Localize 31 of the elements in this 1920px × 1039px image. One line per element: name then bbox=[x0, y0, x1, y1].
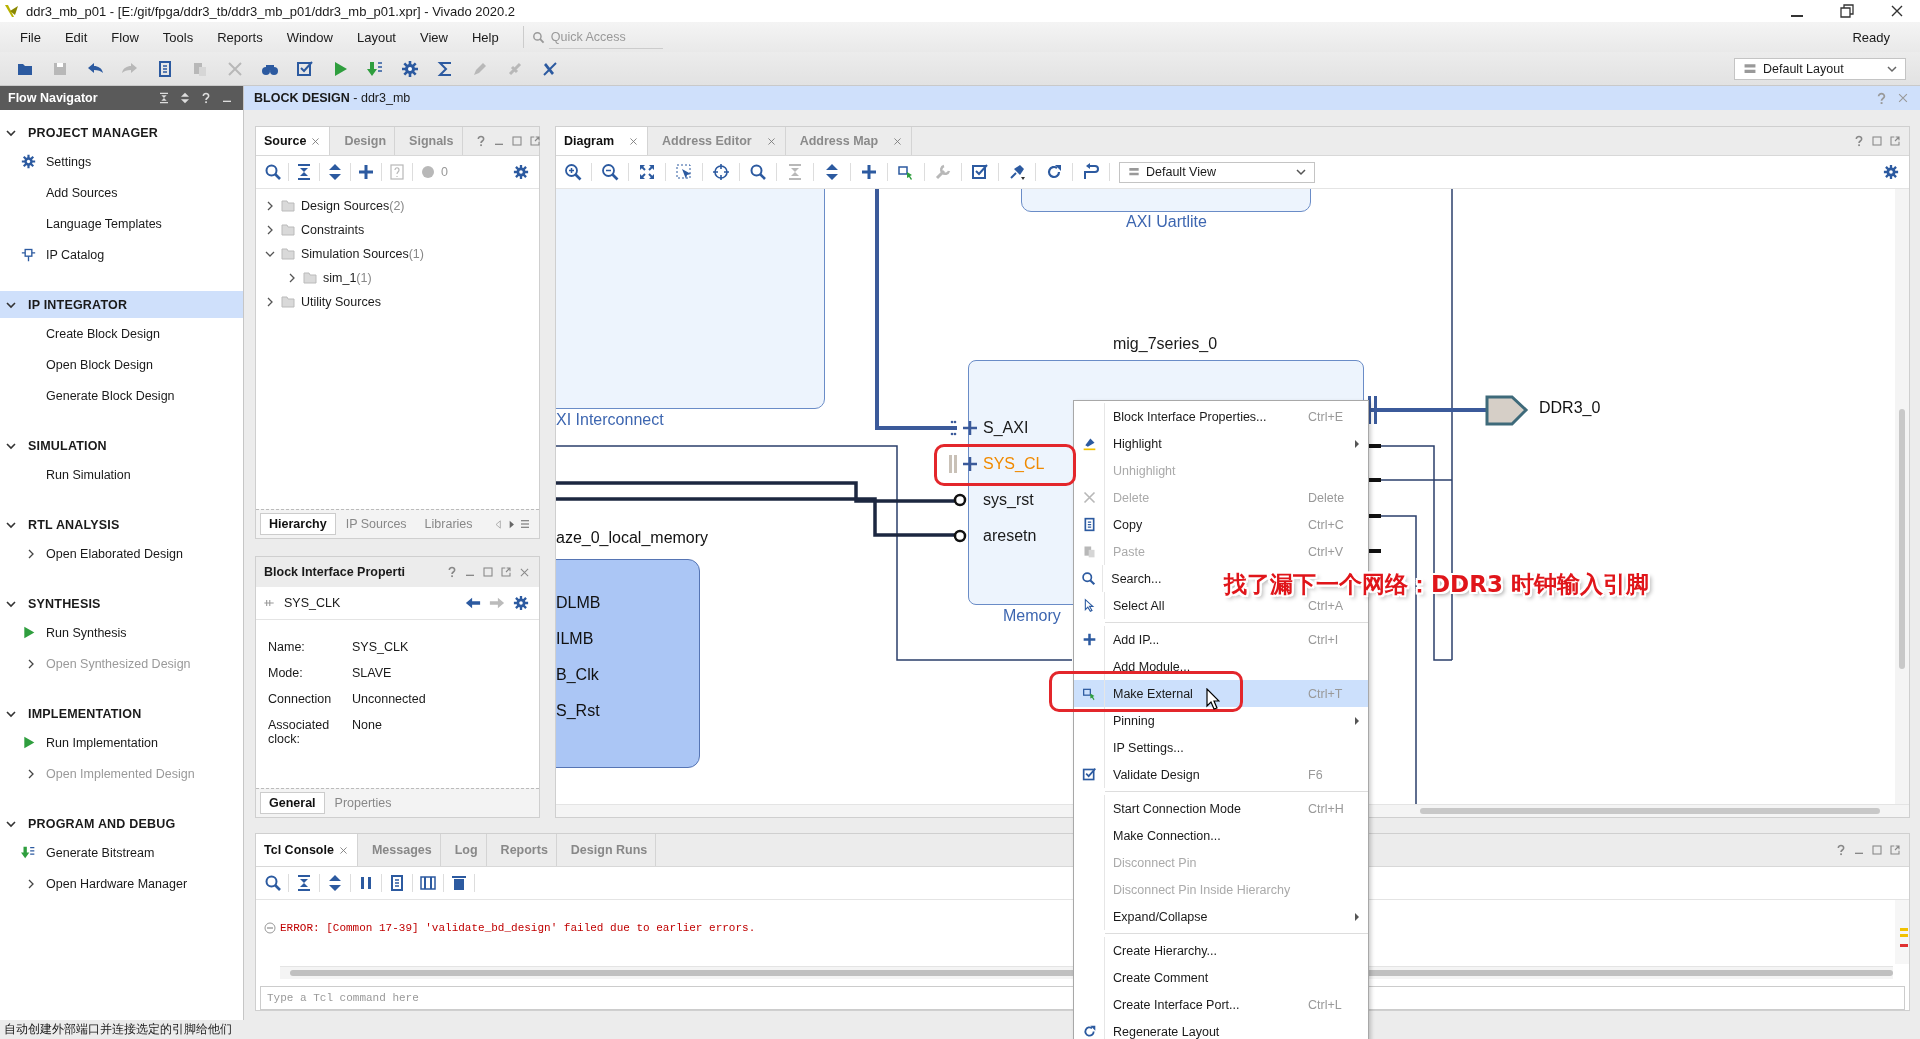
count-text: 0 bbox=[441, 165, 448, 179]
block-label: XI Interconnect bbox=[556, 411, 664, 429]
property-label: Mode: bbox=[268, 666, 304, 680]
panel-title: Block Interface Properti bbox=[264, 565, 405, 579]
property-value: SLAVE bbox=[352, 666, 393, 680]
property-value: SYS_CLK bbox=[352, 640, 410, 654]
log-line: ERROR: [Common 17-39] 'validate_bd_design' failed due to earlier errors. bbox=[280, 922, 756, 934]
pin-label: sys_rst bbox=[983, 491, 1034, 509]
pin-label: aresetn bbox=[983, 527, 1037, 545]
pin-label: B_Clk bbox=[556, 666, 599, 684]
property-value: Unconnected bbox=[352, 692, 427, 706]
pin-label: S_Rst bbox=[556, 702, 600, 720]
panel-title: Flow Navigator bbox=[8, 91, 98, 105]
property-label: Associated clock: bbox=[268, 718, 331, 746]
pin-label: SYS_CL bbox=[983, 455, 1045, 473]
pin-label: S_AXI bbox=[983, 419, 1029, 437]
port-label: DDR3_0 bbox=[1539, 399, 1601, 417]
block-label: AXI Uartlite bbox=[1126, 213, 1207, 231]
pin-label: DLMB bbox=[556, 594, 601, 612]
property-label: Name: bbox=[268, 640, 306, 654]
status-text: Ready bbox=[1852, 29, 1890, 45]
panel-title: BLOCK DESIGN - ddr3_mb bbox=[254, 91, 411, 105]
block-name: mig_7series_0 bbox=[1112, 335, 1218, 353]
block-name: aze_0_local_memory bbox=[556, 529, 709, 547]
window-title: ddr3_mb_p01 - [E:/git/fpga/ddr3_tb/ddr3_mb_p01/ddr3_mb_p01.xpr] - Vivado 2020.2 bbox=[26, 3, 516, 19]
property-label: Connection bbox=[268, 692, 333, 706]
object-name: SYS_CLK bbox=[284, 596, 341, 610]
block-label: Memory bbox=[1003, 607, 1061, 625]
status-text: 自动创建外部端口并连接选定的引脚给他们 bbox=[4, 1021, 232, 1038]
property-value: None bbox=[352, 718, 383, 734]
pin-label: ILMB bbox=[556, 630, 594, 648]
